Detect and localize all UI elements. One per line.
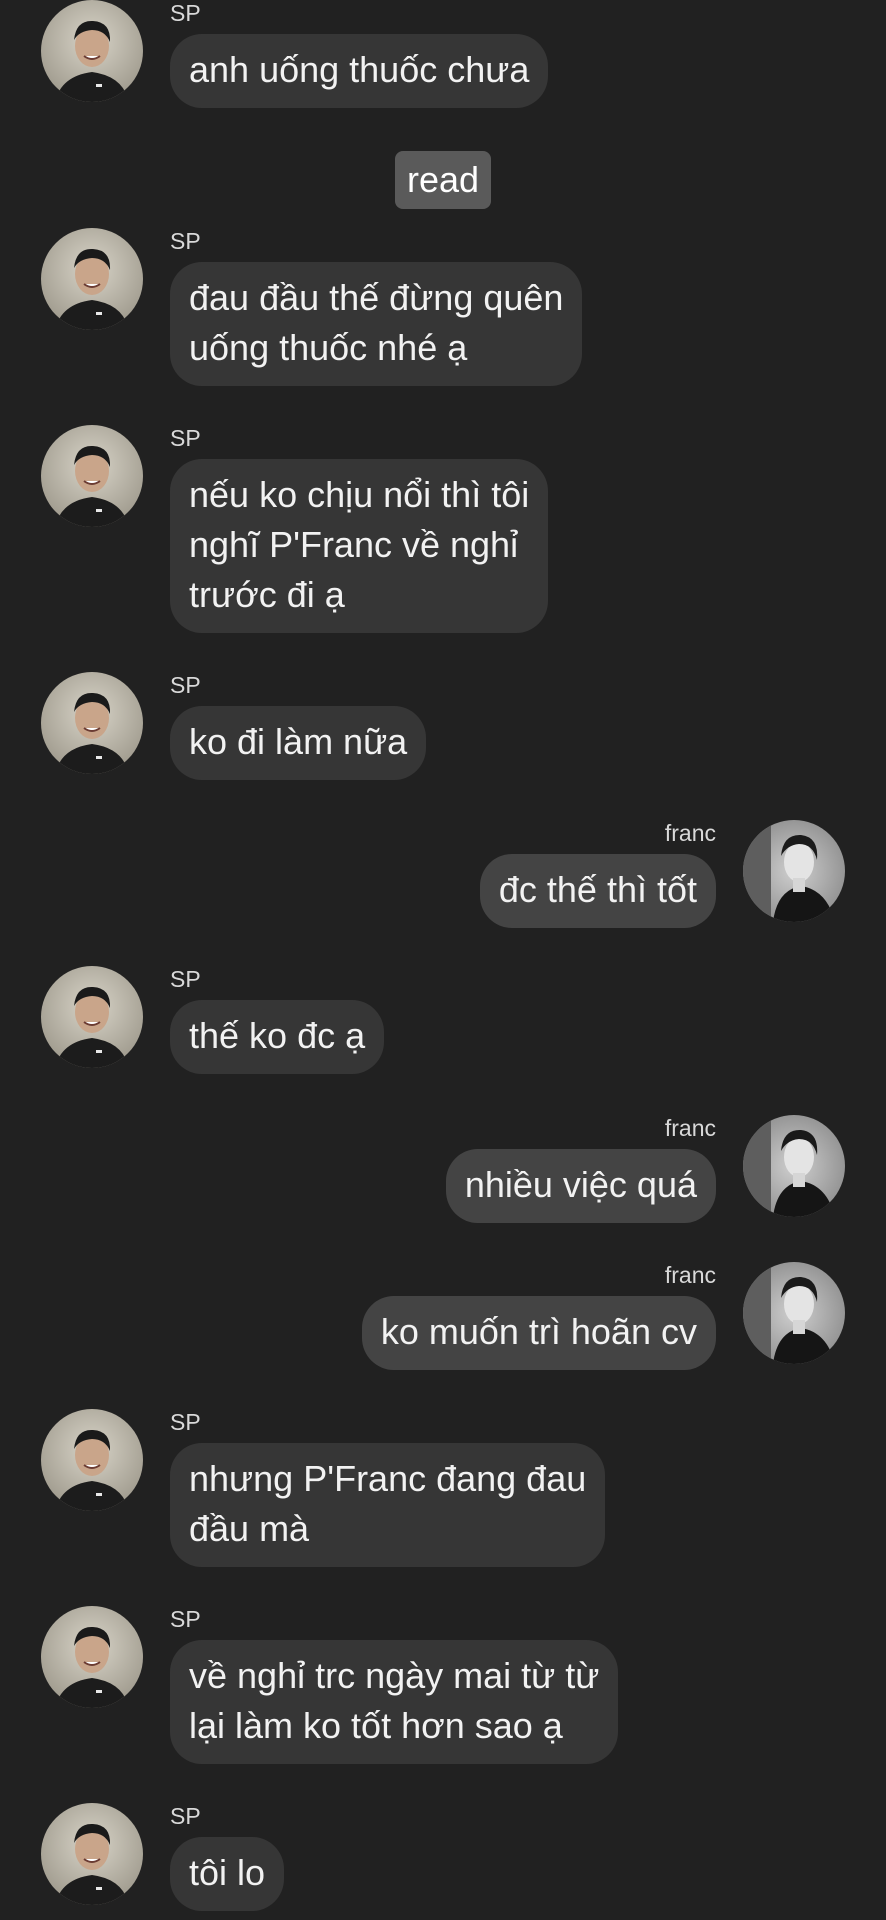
franc-avatar[interactable] — [743, 820, 845, 922]
sp-avatar-icon — [41, 425, 143, 527]
franc-avatar-icon — [743, 820, 845, 922]
message-bubble[interactable]: ko muốn trì hoãn cv — [361, 1296, 716, 1370]
sender-name: SP — [170, 672, 201, 698]
read-receipt-badge: read — [395, 151, 491, 209]
message-bubble[interactable]: thế ko đc ạ — [170, 1000, 385, 1074]
message-bubble[interactable]: nhiều việc quá — [445, 1149, 716, 1223]
sender-name: SP — [170, 228, 201, 254]
sender-name: franc — [664, 1115, 716, 1141]
sp-avatar[interactable] — [41, 1606, 143, 1708]
message-bubble[interactable]: anh uống thuốc chưa — [170, 34, 549, 108]
sender-name: SP — [170, 966, 201, 992]
message-bubble[interactable]: về nghỉ trc ngày mai từ từ lại làm ko tố… — [170, 1640, 619, 1764]
sp-avatar-icon — [41, 1409, 143, 1511]
sender-name: SP — [170, 0, 201, 26]
message-bubble[interactable]: tôi lo — [170, 1837, 285, 1911]
sender-name: SP — [170, 1409, 201, 1435]
sender-name: franc — [664, 820, 716, 846]
message-bubble[interactable]: đc thế thì tốt — [479, 854, 716, 928]
sp-avatar[interactable] — [41, 966, 143, 1068]
sender-name: SP — [170, 1606, 201, 1632]
sp-avatar-icon — [41, 228, 143, 330]
message-bubble[interactable]: ko đi làm nữa — [170, 706, 427, 780]
sp-avatar-icon — [41, 1803, 143, 1905]
message-bubble[interactable]: đau đầu thế đừng quên uống thuốc nhé ạ — [170, 262, 583, 386]
sp-avatar-icon — [41, 0, 143, 102]
sp-avatar[interactable] — [41, 1803, 143, 1905]
franc-avatar-icon — [743, 1262, 845, 1364]
sender-name: SP — [170, 425, 201, 451]
franc-avatar-icon — [743, 1115, 845, 1217]
sp-avatar-icon — [41, 1606, 143, 1708]
sp-avatar[interactable] — [41, 1409, 143, 1511]
sp-avatar[interactable] — [41, 425, 143, 527]
sp-avatar-icon — [41, 966, 143, 1068]
sp-avatar[interactable] — [41, 0, 143, 102]
franc-avatar[interactable] — [743, 1262, 845, 1364]
sender-name: franc — [664, 1262, 716, 1288]
sp-avatar[interactable] — [41, 228, 143, 330]
sp-avatar-icon — [41, 672, 143, 774]
sp-avatar[interactable] — [41, 672, 143, 774]
franc-avatar[interactable] — [743, 1115, 845, 1217]
message-bubble[interactable]: nhưng P'Franc đang đau đầu mà — [170, 1443, 606, 1567]
sender-name: SP — [170, 1803, 201, 1829]
message-bubble[interactable]: nếu ko chịu nổi thì tôi nghĩ P'Franc về … — [170, 459, 549, 633]
